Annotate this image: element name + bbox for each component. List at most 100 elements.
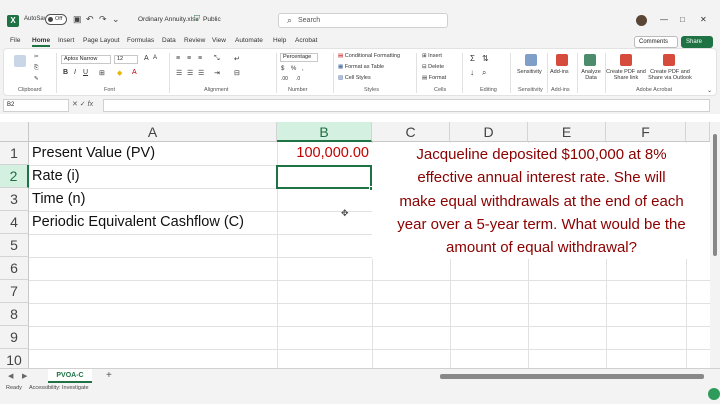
analyze-data-icon[interactable] bbox=[584, 54, 596, 66]
fx-icon[interactable]: ✕ ✓ fx bbox=[72, 100, 93, 108]
column-header-c[interactable]: C bbox=[372, 122, 450, 142]
accessibility-status[interactable]: Accessibility: Investigate bbox=[29, 385, 89, 391]
analyze-data-label[interactable]: Analyze Data bbox=[580, 69, 602, 81]
font-name-select[interactable]: Aptos Narrow bbox=[61, 55, 111, 64]
row-header-3[interactable]: 3 bbox=[0, 188, 29, 211]
tab-formulas[interactable]: Formulas bbox=[127, 37, 154, 44]
sort-filter-icon[interactable]: ⇅ bbox=[482, 54, 489, 63]
tab-insert[interactable]: Insert bbox=[58, 37, 74, 44]
delete-cells-button[interactable]: ⊟ Delete bbox=[422, 64, 444, 70]
spreadsheet-grid[interactable]: A B C D E F 1 2 3 4 5 6 7 8 9 10 Present… bbox=[0, 122, 720, 372]
row-header-5[interactable]: 5 bbox=[0, 234, 29, 257]
autosum-icon[interactable]: Σ bbox=[470, 54, 475, 63]
align-right-icon[interactable]: ☰ bbox=[198, 69, 204, 77]
create-pdf-link-label[interactable]: Create PDF and Share link bbox=[606, 69, 646, 81]
row-header-9[interactable]: 9 bbox=[0, 326, 29, 349]
create-pdf-outlook-label[interactable]: Create PDF and Share via Outlook bbox=[648, 69, 692, 81]
font-color-icon[interactable]: A bbox=[132, 69, 137, 76]
indent-icon[interactable]: ⇥ bbox=[214, 69, 220, 77]
select-all-corner[interactable] bbox=[0, 122, 29, 142]
vertical-scroll-thumb[interactable] bbox=[713, 134, 717, 256]
save-icon[interactable]: ▣ bbox=[73, 14, 82, 25]
align-center-icon[interactable]: ☰ bbox=[187, 69, 193, 77]
format-painter-icon[interactable]: ✎ bbox=[34, 76, 39, 82]
format-cells-button[interactable]: ▤ Format bbox=[422, 75, 446, 81]
problem-statement[interactable]: Jacqueline deposited $100,000 at 8% effe… bbox=[372, 143, 711, 259]
row-header-8[interactable]: 8 bbox=[0, 303, 29, 326]
name-box[interactable]: B2 bbox=[3, 99, 69, 112]
collapse-ribbon-icon[interactable]: ⌄ bbox=[707, 87, 712, 94]
percent-icon[interactable]: % bbox=[291, 66, 296, 72]
tab-acrobat[interactable]: Acrobat bbox=[295, 37, 317, 44]
column-header-f[interactable]: F bbox=[606, 122, 686, 142]
tab-file[interactable]: File bbox=[10, 37, 20, 44]
customize-qat-icon[interactable]: ⌄ bbox=[112, 14, 120, 25]
italic-icon[interactable]: I bbox=[74, 69, 76, 76]
maximize-icon[interactable]: □ bbox=[680, 15, 685, 24]
comments-button[interactable]: Comments bbox=[634, 36, 678, 48]
increase-decimal-icon[interactable]: .00 bbox=[281, 76, 288, 82]
next-sheet-icon[interactable]: ▶ bbox=[22, 372, 27, 380]
sheet-tab-pvoa-c[interactable]: PVOA-C bbox=[48, 369, 92, 383]
fill-color-icon[interactable]: ◆ bbox=[117, 69, 122, 77]
copy-icon[interactable]: ⎘ bbox=[34, 65, 38, 72]
font-size-select[interactable]: 12 bbox=[114, 55, 138, 64]
minimize-icon[interactable]: — bbox=[660, 15, 668, 24]
cell-a3[interactable]: Time (n) bbox=[32, 188, 85, 211]
paste-icon[interactable] bbox=[14, 55, 26, 67]
column-header-e[interactable]: E bbox=[528, 122, 606, 142]
column-header-g[interactable] bbox=[686, 122, 710, 142]
tab-home[interactable]: Home bbox=[32, 37, 51, 47]
sensitivity-icon[interactable] bbox=[525, 54, 537, 66]
undo-icon[interactable]: ↶ bbox=[86, 14, 94, 25]
fill-icon[interactable]: ↓ bbox=[470, 68, 474, 77]
align-bottom-icon[interactable]: ≡ bbox=[198, 55, 202, 62]
insert-cells-button[interactable]: ⊞ Insert bbox=[422, 53, 442, 59]
close-icon[interactable]: ✕ bbox=[700, 15, 707, 24]
merge-center-icon[interactable]: ⊟ bbox=[234, 69, 240, 77]
conditional-formatting-button[interactable]: ▤ Conditional Formatting bbox=[338, 53, 400, 59]
orientation-icon[interactable]: ⤡ bbox=[214, 55, 220, 63]
tab-review[interactable]: Review bbox=[184, 37, 205, 44]
tab-data[interactable]: Data bbox=[162, 37, 176, 44]
row-header-7[interactable]: 7 bbox=[0, 280, 29, 303]
align-top-icon[interactable]: ≡ bbox=[176, 55, 180, 62]
tab-help[interactable]: Help bbox=[273, 37, 286, 44]
tab-page-layout[interactable]: Page Layout bbox=[83, 37, 120, 44]
cell-a4[interactable]: Periodic Equivalent Cashflow (C) bbox=[32, 211, 244, 234]
autosave-toggle[interactable]: Off bbox=[45, 14, 67, 25]
increase-font-icon[interactable]: A bbox=[144, 55, 149, 62]
currency-icon[interactable]: $ bbox=[281, 66, 284, 72]
align-middle-icon[interactable]: ≡ bbox=[187, 55, 191, 62]
row-header-1[interactable]: 1 bbox=[0, 142, 29, 165]
cell-a1[interactable]: Present Value (PV) bbox=[32, 142, 155, 165]
number-format-select[interactable]: Percentage bbox=[280, 53, 318, 62]
redo-icon[interactable]: ↷ bbox=[99, 14, 107, 25]
tab-automate[interactable]: Automate bbox=[235, 37, 263, 44]
pdf-link-icon[interactable] bbox=[620, 54, 632, 66]
format-as-table-button[interactable]: ▦ Format as Table bbox=[338, 64, 384, 70]
column-header-a[interactable]: A bbox=[29, 122, 277, 142]
column-header-d[interactable]: D bbox=[450, 122, 528, 142]
prev-sheet-icon[interactable]: ◀ bbox=[8, 372, 13, 380]
tab-view[interactable]: View bbox=[212, 37, 226, 44]
vertical-scrollbar[interactable] bbox=[710, 122, 720, 372]
decrease-decimal-icon[interactable]: .0 bbox=[296, 76, 300, 82]
row-header-2[interactable]: 2 bbox=[0, 165, 29, 188]
comma-icon[interactable]: , bbox=[302, 66, 304, 72]
avatar[interactable] bbox=[636, 15, 647, 26]
share-button[interactable]: Share bbox=[681, 36, 713, 48]
visibility-label[interactable]: Public bbox=[203, 16, 221, 23]
add-ins-icon[interactable] bbox=[556, 54, 568, 66]
wrap-text-icon[interactable]: ↵ bbox=[234, 55, 240, 63]
selected-cell-b2[interactable] bbox=[276, 165, 372, 189]
horizontal-scrollbar[interactable] bbox=[440, 374, 704, 379]
add-ins-button-label[interactable]: Add-ins bbox=[550, 69, 569, 75]
formula-input[interactable] bbox=[103, 99, 710, 112]
cell-b1[interactable]: 100,000.00 bbox=[277, 142, 371, 165]
row-header-6[interactable]: 6 bbox=[0, 257, 29, 280]
borders-icon[interactable]: ⊞ bbox=[99, 69, 105, 77]
row-header-4[interactable]: 4 bbox=[0, 211, 29, 234]
sensitivity-button-label[interactable]: Sensitivity bbox=[517, 69, 542, 75]
pdf-outlook-icon[interactable] bbox=[663, 54, 675, 66]
